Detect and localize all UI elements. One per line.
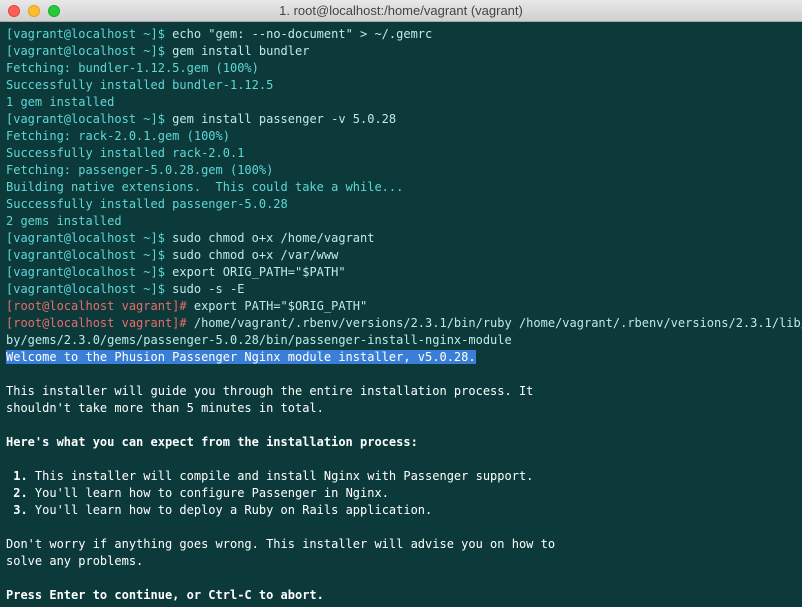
list-item: 3. You'll learn how to deploy a Ruby on … (6, 502, 796, 519)
terminal-line: [root@localhost vagrant]# /home/vagrant/… (6, 315, 796, 332)
terminal-line: Fetching: passenger-5.0.28.gem (100%) (6, 162, 796, 179)
terminal-line: This installer will guide you through th… (6, 383, 796, 400)
terminal-line: 1 gem installed (6, 94, 796, 111)
list-item: 2. You'll learn how to configure Passeng… (6, 485, 796, 502)
terminal-line: [vagrant@localhost ~]$ sudo -s -E (6, 281, 796, 298)
terminal-line: Don't worry if anything goes wrong. This… (6, 536, 796, 553)
terminal-line: Fetching: bundler-1.12.5.gem (100%) (6, 60, 796, 77)
terminal-line: [vagrant@localhost ~]$ sudo chmod o+x /v… (6, 247, 796, 264)
terminal-viewport[interactable]: [vagrant@localhost ~]$ echo "gem: --no-d… (0, 22, 802, 607)
close-icon[interactable] (8, 5, 20, 17)
selected-text: Welcome to the Phusion Passenger Nginx m… (6, 349, 796, 366)
blank-line (6, 519, 796, 536)
blank-line (6, 417, 796, 434)
terminal-line: [vagrant@localhost ~]$ export ORIG_PATH=… (6, 264, 796, 281)
terminal-line: by/gems/2.3.0/gems/passenger-5.0.28/bin/… (6, 332, 796, 349)
blank-line (6, 451, 796, 468)
terminal-line: 2 gems installed (6, 213, 796, 230)
terminal-line: solve any problems. (6, 553, 796, 570)
window-title: 1. root@localhost:/home/vagrant (vagrant… (279, 3, 523, 18)
terminal-line: [vagrant@localhost ~]$ gem install passe… (6, 111, 796, 128)
minimize-icon[interactable] (28, 5, 40, 17)
zoom-icon[interactable] (48, 5, 60, 17)
terminal-line: Successfully installed rack-2.0.1 (6, 145, 796, 162)
terminal-line: Building native extensions. This could t… (6, 179, 796, 196)
terminal-line: shouldn't take more than 5 minutes in to… (6, 400, 796, 417)
list-item: 1. This installer will compile and insta… (6, 468, 796, 485)
terminal-line: [vagrant@localhost ~]$ sudo chmod o+x /h… (6, 230, 796, 247)
terminal-line: [vagrant@localhost ~]$ echo "gem: --no-d… (6, 26, 796, 43)
terminal-line: Successfully installed bundler-1.12.5 (6, 77, 796, 94)
traffic-lights (8, 5, 60, 17)
terminal-line: Successfully installed passenger-5.0.28 (6, 196, 796, 213)
window-titlebar: 1. root@localhost:/home/vagrant (vagrant… (0, 0, 802, 22)
terminal-line: [root@localhost vagrant]# export PATH="$… (6, 298, 796, 315)
terminal-line: [vagrant@localhost ~]$ gem install bundl… (6, 43, 796, 60)
blank-line (6, 570, 796, 587)
blank-line (6, 366, 796, 383)
terminal-line: Fetching: rack-2.0.1.gem (100%) (6, 128, 796, 145)
terminal-line: Here's what you can expect from the inst… (6, 434, 796, 451)
press-enter-prompt: Press Enter to continue, or Ctrl-C to ab… (6, 587, 796, 604)
